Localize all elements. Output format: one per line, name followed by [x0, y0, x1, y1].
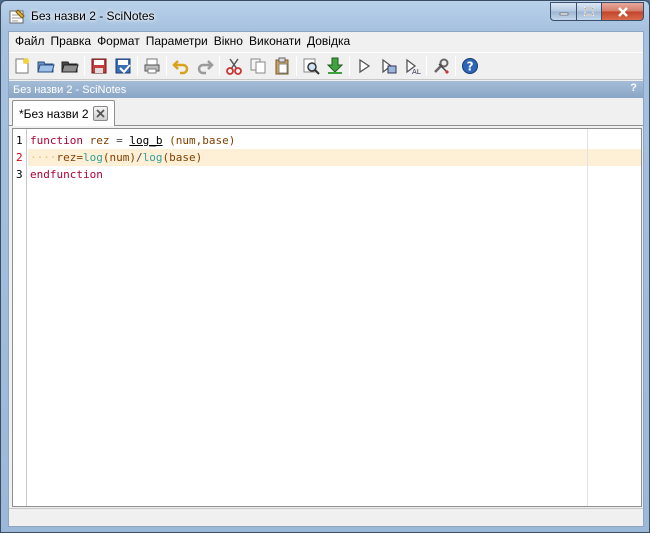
- code-editor[interactable]: 1 2 3 function rez = log_b (num,base) ··…: [12, 128, 642, 507]
- find-icon: [303, 58, 320, 75]
- svg-text:ALL: ALL: [412, 68, 421, 75]
- indent-guide: ····: [30, 151, 57, 164]
- toolbar-separator: [137, 56, 138, 76]
- menu-help[interactable]: Довідка: [304, 32, 353, 51]
- assignment: rez=: [56, 151, 84, 164]
- current-code-line[interactable]: ····rez=log(num)/log(base): [28, 149, 641, 166]
- toolbar-separator: [166, 56, 167, 76]
- menu-format[interactable]: Формат: [94, 32, 143, 51]
- function-name: log_b: [129, 134, 163, 147]
- redo-button[interactable]: [194, 55, 216, 77]
- tab-strip: *Без назви 2: [9, 98, 643, 126]
- tab-label: *Без назви 2: [19, 106, 89, 121]
- help-icon: ?: [462, 58, 478, 74]
- window-title: Без назви 2 - SciNotes: [31, 9, 155, 23]
- copy-button[interactable]: [247, 55, 269, 77]
- execute-selection-icon: [382, 58, 397, 74]
- new-file-icon: [15, 58, 29, 74]
- minimize-button[interactable]: [550, 2, 576, 21]
- builtin-function: log: [142, 151, 163, 164]
- new-file-button[interactable]: [11, 55, 33, 77]
- minimize-icon: [559, 12, 568, 15]
- keyword: endfunction: [30, 168, 103, 181]
- help-button[interactable]: ?: [459, 55, 481, 77]
- line-number-gutter: 1 2 3: [13, 129, 27, 506]
- menu-window[interactable]: Вікно: [211, 32, 246, 51]
- execute-icon: [359, 58, 371, 74]
- arguments: (num,base): [169, 134, 236, 147]
- line-number: 3: [16, 168, 23, 181]
- menu-options[interactable]: Параметри: [143, 32, 211, 51]
- menu-file[interactable]: Файл: [12, 32, 48, 51]
- print-button[interactable]: [141, 55, 163, 77]
- svg-text:?: ?: [467, 60, 474, 74]
- execute-all-icon: ALL: [406, 58, 421, 75]
- save-as-icon: [115, 58, 131, 74]
- status-bar: [9, 508, 643, 526]
- close-button[interactable]: [601, 2, 644, 21]
- redo-icon: [197, 60, 214, 75]
- save-icon: [91, 58, 107, 74]
- tab-untitled-2[interactable]: *Без назви 2: [12, 100, 115, 126]
- arguments: (num): [102, 151, 136, 164]
- execute-selection-button[interactable]: [377, 55, 399, 77]
- toolbar-separator: [219, 56, 220, 76]
- copy-icon: [250, 58, 266, 74]
- builtin-function: log: [83, 151, 103, 164]
- code-line[interactable]: function rez = log_b (num,base): [28, 132, 641, 149]
- docbar-help-button[interactable]: ?: [630, 82, 637, 94]
- toolbar-separator: [84, 56, 85, 76]
- save-as-button[interactable]: [112, 55, 134, 77]
- execute-button[interactable]: [353, 55, 375, 77]
- line-number: 2: [16, 151, 23, 164]
- arguments: (base): [162, 151, 203, 164]
- paste-button[interactable]: [271, 55, 293, 77]
- print-icon: [144, 58, 160, 74]
- toolbar-separator: [349, 56, 350, 76]
- open-file-icon: [37, 61, 55, 73]
- document-title: Без назви 2 - SciNotes: [13, 83, 127, 96]
- open-recent-button[interactable]: [59, 55, 81, 77]
- scinotes-app-icon[interactable]: [9, 8, 25, 24]
- undo-button[interactable]: [170, 55, 192, 77]
- code-text-area[interactable]: function rez = log_b (num,base) ····rez=…: [28, 129, 641, 506]
- execute-all-button[interactable]: ALL: [401, 55, 423, 77]
- toolbar-separator: [455, 56, 456, 76]
- cut-icon: [226, 58, 242, 75]
- settings-icon: [434, 58, 450, 75]
- app-window: Без назви 2 - SciNotes Файл Правка Форма…: [0, 0, 650, 533]
- tab-close-button[interactable]: [93, 106, 108, 121]
- operator: =: [109, 134, 130, 147]
- right-margin-line: [587, 129, 588, 506]
- settings-button[interactable]: [430, 55, 452, 77]
- open-recent-icon: [61, 61, 79, 73]
- menu-bar: Файл Правка Формат Параметри Вікно Викон…: [9, 32, 643, 51]
- open-file-button[interactable]: [35, 55, 57, 77]
- toolbar: ALL ?: [9, 52, 643, 80]
- load-into-scilab-button[interactable]: [324, 55, 346, 77]
- save-button[interactable]: [88, 55, 110, 77]
- toolbar-separator: [296, 56, 297, 76]
- paste-icon: [275, 57, 289, 75]
- menu-execute[interactable]: Виконати: [246, 32, 304, 51]
- menu-edit[interactable]: Правка: [48, 32, 95, 51]
- load-into-scilab-icon: [326, 57, 344, 74]
- output-variable: rez: [89, 134, 110, 147]
- document-title-bar: Без назви 2 - SciNotes ?: [9, 81, 643, 98]
- keyword: function: [30, 134, 83, 147]
- title-bar[interactable]: Без назви 2 - SciNotes: [1, 1, 649, 31]
- maximize-icon: [584, 6, 594, 16]
- maximize-button[interactable]: [576, 2, 601, 21]
- undo-icon: [172, 60, 189, 75]
- find-button[interactable]: [300, 55, 322, 77]
- cut-button[interactable]: [223, 55, 245, 77]
- line-number: 1: [16, 134, 23, 147]
- operator: /: [136, 151, 143, 164]
- toolbar-separator: [426, 56, 427, 76]
- close-icon: [617, 6, 628, 17]
- close-icon: [96, 109, 105, 118]
- code-line[interactable]: endfunction: [28, 166, 641, 183]
- client-area: Файл Правка Формат Параметри Вікно Викон…: [8, 31, 644, 527]
